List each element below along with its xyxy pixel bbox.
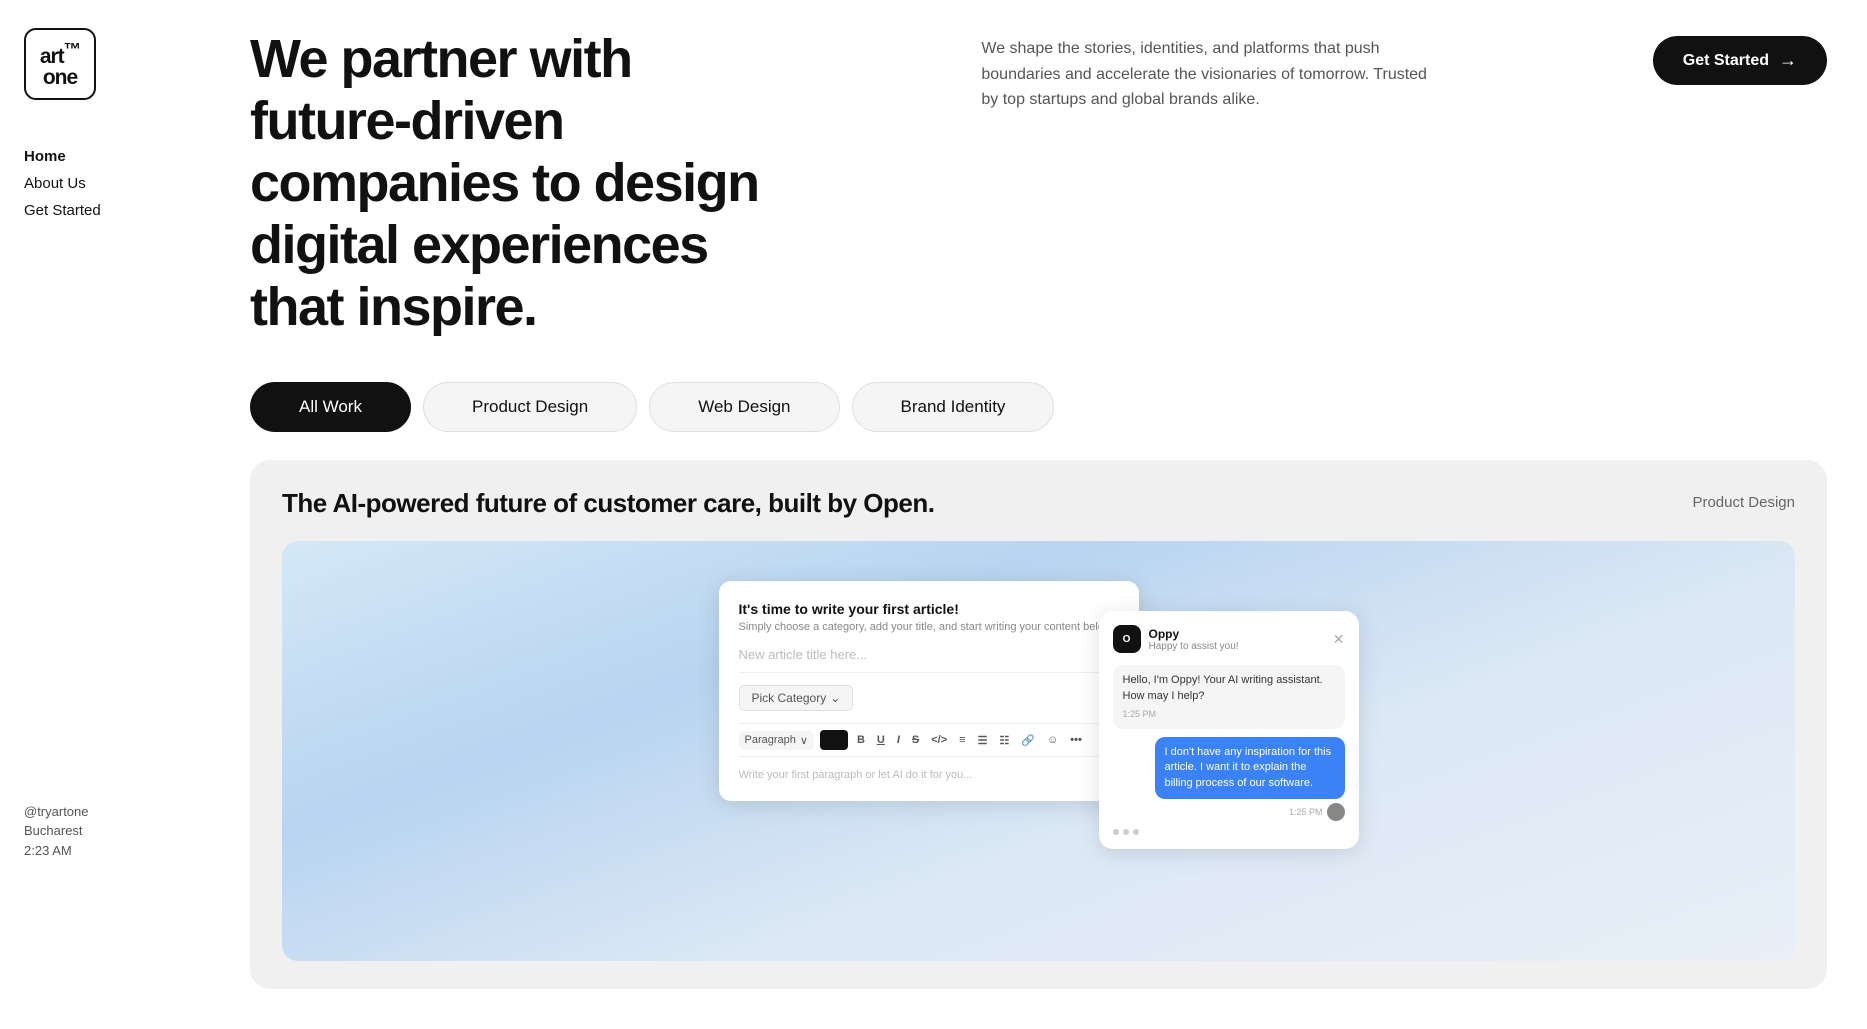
tab-product-design[interactable]: Product Design: [423, 382, 637, 432]
work-card: The AI-powered future of customer care, …: [250, 460, 1827, 989]
header-row: We partner with future-driven companies …: [250, 28, 1827, 338]
nav-item-about[interactable]: About Us: [24, 175, 186, 192]
editor-title-input[interactable]: New article title here...: [739, 647, 1119, 673]
filter-tabs: All Work Product Design Web Design Brand…: [250, 382, 1827, 432]
dot-1: [1113, 829, 1119, 835]
ordered-list-button[interactable]: ☷: [996, 732, 1012, 749]
paragraph-dropdown[interactable]: Paragraph ∨: [739, 731, 814, 750]
italic-button[interactable]: I: [894, 732, 903, 748]
chat-typing-indicator: [1113, 829, 1345, 835]
bold-button[interactable]: B: [854, 732, 868, 748]
arrow-icon: →: [1779, 50, 1797, 71]
tab-brand-identity[interactable]: Brand Identity: [852, 382, 1055, 432]
strikethrough-button[interactable]: S: [909, 732, 922, 748]
color-picker[interactable]: [820, 730, 848, 750]
city: Bucharest: [24, 821, 186, 841]
mockup-area: It's time to write your first article! S…: [282, 541, 1795, 961]
editor-category-button[interactable]: Pick Category ⌄: [739, 685, 854, 711]
user-bubble: I don't have any inspiration for this ar…: [1155, 737, 1345, 799]
code-button[interactable]: </>: [928, 732, 950, 748]
align-left-button[interactable]: ≡: [956, 732, 968, 748]
logo-one: one: [40, 67, 80, 88]
chat-info: Oppy Happy to assist you!: [1149, 627, 1333, 652]
chat-avatar: O: [1113, 625, 1141, 653]
tab-web-design[interactable]: Web Design: [649, 382, 839, 432]
chat-close-button[interactable]: ✕: [1333, 631, 1345, 648]
list-button[interactable]: ☰: [975, 732, 991, 749]
editor-toolbar: Paragraph ∨ B U I S </> ≡ ☰ ☷ 🔗 ☺ •••: [739, 723, 1119, 757]
emoji-button[interactable]: ☺: [1044, 732, 1061, 748]
chat-system-message: Hello, I'm Oppy! Your AI writing assista…: [1113, 665, 1345, 728]
work-card-category: Product Design: [1692, 488, 1795, 511]
more-button[interactable]: •••: [1067, 732, 1085, 748]
user-time-row: 1:25 PM: [1155, 803, 1345, 821]
work-card-title: The AI-powered future of customer care, …: [282, 488, 934, 519]
user-message-time: 1:25 PM: [1289, 807, 1323, 817]
social-handle[interactable]: @tryartone: [24, 802, 186, 822]
editor-body[interactable]: Write your first paragraph or let AI do …: [739, 769, 1119, 781]
chat-header: O Oppy Happy to assist you! ✕: [1113, 625, 1345, 653]
logo-tm: ™: [64, 39, 81, 59]
nav: Home About Us Get Started: [24, 148, 186, 219]
chat-agent-status: Happy to assist you!: [1149, 641, 1333, 652]
sidebar: art™ one Home About Us Get Started @trya…: [0, 0, 210, 888]
system-message-text: Hello, I'm Oppy! Your AI writing assista…: [1123, 673, 1335, 704]
editor-sub: Simply choose a category, add your title…: [739, 621, 1119, 633]
system-message-time: 1:25 PM: [1123, 708, 1335, 721]
user-avatar-small: [1327, 803, 1345, 821]
sidebar-footer: @tryartone Bucharest 2:23 AM: [24, 802, 186, 861]
chat-user-message: I don't have any inspiration for this ar…: [1113, 737, 1345, 821]
hero-description: We shape the stories, identities, and pl…: [981, 36, 1441, 113]
chat-agent-name: Oppy: [1149, 627, 1333, 641]
dot-2: [1123, 829, 1129, 835]
logo-art: art™: [40, 41, 80, 67]
logo[interactable]: art™ one: [24, 28, 186, 100]
tab-all-work[interactable]: All Work: [250, 382, 411, 432]
main-content: We partner with future-driven companies …: [210, 0, 1867, 1029]
nav-item-get-started[interactable]: Get Started: [24, 202, 186, 219]
link-button[interactable]: 🔗: [1018, 732, 1038, 749]
work-card-header: The AI-powered future of customer care, …: [282, 488, 1795, 519]
editor-mockup: It's time to write your first article! S…: [719, 581, 1139, 801]
nav-item-home[interactable]: Home: [24, 148, 186, 165]
chat-mockup: O Oppy Happy to assist you! ✕ Hello, I'm…: [1099, 611, 1359, 849]
local-time: 2:23 AM: [24, 841, 186, 861]
editor-header: It's time to write your first article!: [739, 601, 1119, 617]
get-started-button[interactable]: Get Started →: [1653, 36, 1827, 85]
dot-3: [1133, 829, 1139, 835]
underline-button[interactable]: U: [874, 732, 888, 748]
hero-title: We partner with future-driven companies …: [250, 28, 770, 338]
